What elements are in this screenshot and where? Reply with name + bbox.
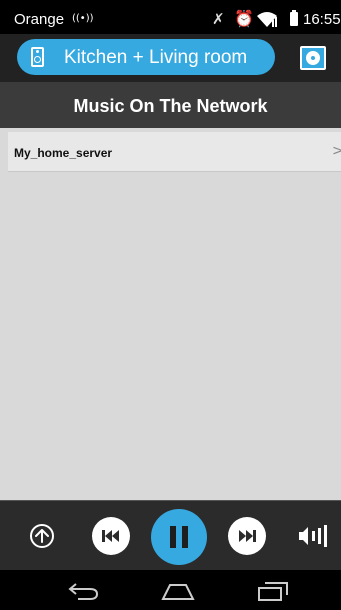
battery-icon: [290, 10, 298, 26]
speaker-icon: [31, 47, 44, 67]
status-bar: Orange ((•)) ✗ ⏰ 16:55: [0, 0, 341, 34]
app-header: Kitchen + Living room: [0, 34, 341, 82]
next-button[interactable]: [228, 517, 266, 555]
back-icon[interactable]: [66, 580, 100, 602]
list-item-label: My_home_server: [14, 146, 113, 160]
mute-icon: ✗: [212, 10, 225, 28]
alarm-icon: ⏰: [234, 9, 254, 28]
previous-icon: [102, 530, 119, 542]
room-selector-button[interactable]: Kitchen + Living room: [17, 39, 275, 75]
recents-icon[interactable]: [256, 580, 290, 602]
clock: 16:55: [303, 11, 341, 28]
list-item[interactable]: My_home_server >: [8, 132, 341, 172]
disc-icon[interactable]: [300, 46, 326, 70]
home-icon[interactable]: [160, 580, 196, 602]
next-icon: [239, 530, 256, 542]
broadcast-icon: ((•)): [72, 13, 94, 24]
previous-button[interactable]: [92, 517, 130, 555]
pause-icon: [170, 526, 188, 548]
player-bar: [0, 500, 341, 570]
title-bar: Music On The Network: [0, 82, 341, 128]
carrier-name: Orange: [14, 11, 65, 28]
volume-icon: [299, 525, 327, 547]
volume-button[interactable]: [297, 523, 331, 549]
wifi-icon: [257, 12, 277, 27]
pause-button[interactable]: [151, 509, 207, 565]
up-icon[interactable]: [30, 524, 54, 548]
source-list: My_home_server >: [0, 128, 341, 500]
page-title: Music On The Network: [73, 96, 268, 116]
system-nav-bar: [0, 570, 341, 610]
room-label: Kitchen + Living room: [64, 47, 248, 68]
chevron-right-icon: >: [332, 143, 341, 159]
